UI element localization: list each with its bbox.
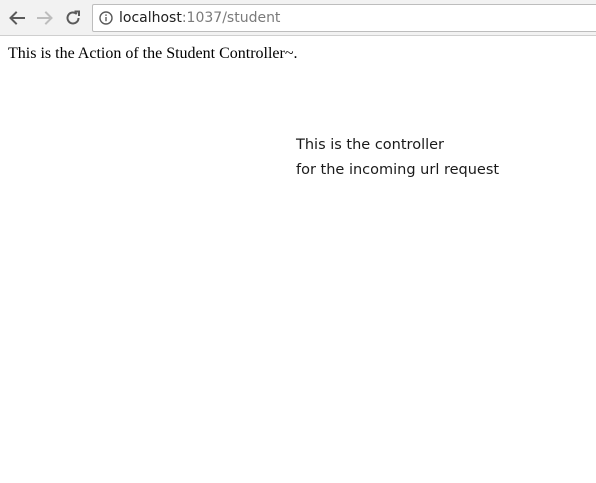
forward-button[interactable] bbox=[33, 6, 57, 30]
action-output-text: This is the Action of the Student Contro… bbox=[8, 45, 298, 62]
address-path: :1037/student bbox=[181, 10, 281, 26]
browser-toolbar: localhost:1037/student bbox=[0, 0, 596, 36]
annotation-line-2: for the incoming url request bbox=[296, 162, 500, 178]
arrow-left-icon bbox=[8, 9, 26, 27]
address-url[interactable]: localhost:1037/student bbox=[119, 9, 280, 27]
annotation-note: This is the controller for the incoming … bbox=[296, 133, 499, 183]
back-button[interactable] bbox=[5, 6, 29, 30]
address-host: localhost bbox=[119, 10, 182, 26]
reload-icon bbox=[64, 9, 82, 27]
annotation-line-1: This is the controller bbox=[296, 137, 445, 153]
address-bar[interactable]: localhost:1037/student bbox=[92, 4, 596, 32]
reload-button[interactable] bbox=[61, 6, 85, 30]
page-content: This is the Action of the Student Contro… bbox=[0, 37, 596, 483]
arrow-right-icon bbox=[36, 9, 54, 27]
info-circle-icon[interactable] bbox=[99, 11, 113, 25]
